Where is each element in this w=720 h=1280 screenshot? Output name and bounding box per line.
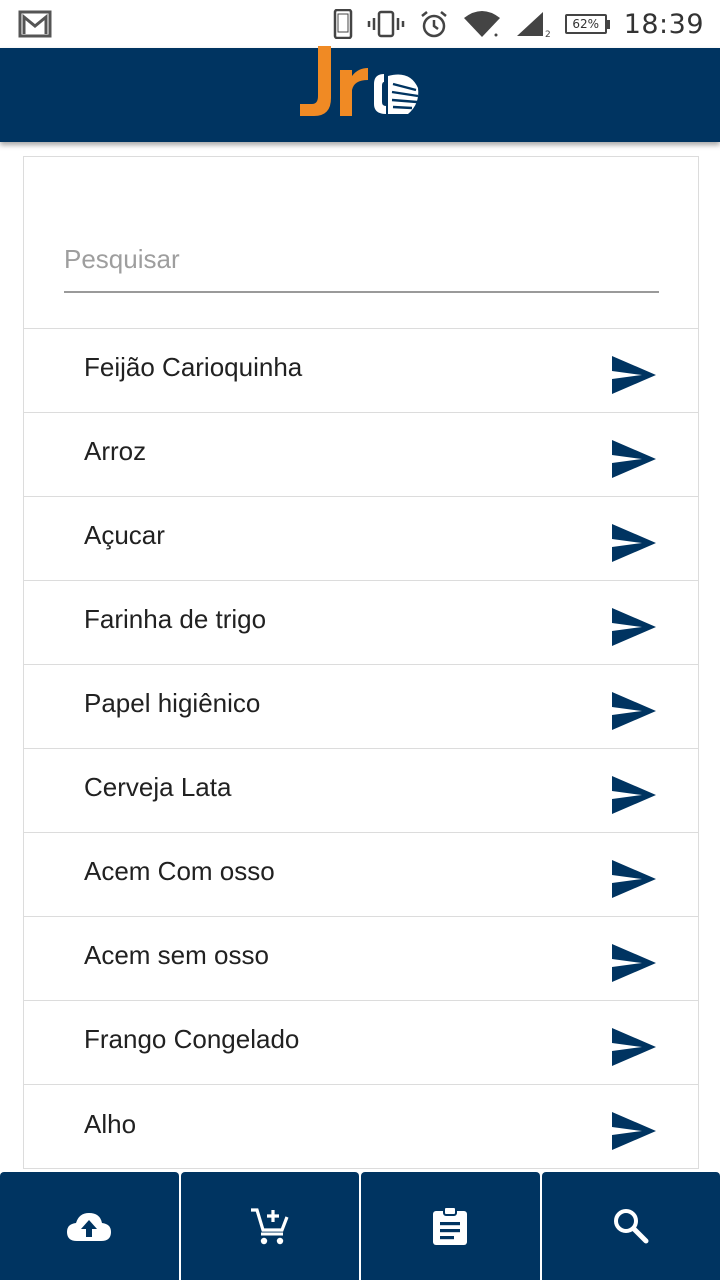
product-row[interactable]: Acem Com osso [24,833,698,917]
alarm-icon [420,11,447,38]
app-header [0,46,720,142]
product-card: Feijão Carioquinha Arroz Açucar Farinha … [23,156,699,1169]
svg-text:2: 2 [545,30,551,38]
product-name: Feijão Carioquinha [84,352,303,382]
status-left [18,10,52,38]
product-row[interactable]: Arroz [24,413,698,497]
product-row[interactable]: Cerveja Lata [24,749,698,833]
send-icon[interactable] [612,691,656,730]
status-right: 2 62% 18:39 [333,9,704,40]
send-icon[interactable] [612,439,656,478]
app-logo [300,46,419,116]
vibrate-icon [367,10,404,38]
search-icon [613,1209,649,1244]
product-name: Alho [84,1108,137,1139]
add-to-cart-button[interactable] [180,1172,359,1280]
search-button[interactable] [541,1172,720,1280]
battery-level: 62% [564,14,607,34]
send-icon[interactable] [612,355,656,394]
product-name: Papel higiênico [84,688,261,718]
send-icon[interactable] [612,1027,656,1066]
cloud-upload-icon [67,1213,112,1241]
send-icon[interactable] [612,607,656,646]
product-row[interactable]: Alho [24,1085,698,1169]
orders-button[interactable] [361,1172,540,1280]
product-name: Frango Congelado [84,1024,300,1054]
product-row[interactable]: Feijão Carioquinha [24,329,698,413]
product-name: Arroz [84,436,147,466]
clock: 18:39 [623,8,704,40]
send-icon[interactable] [612,943,656,982]
status-bar: 2 62% 18:39 [0,0,720,48]
clipboard-icon [433,1206,468,1245]
send-icon[interactable] [612,859,656,898]
product-row[interactable]: Açucar [24,497,698,581]
product-row[interactable]: Papel higiênico [24,665,698,749]
bottom-nav [0,1172,720,1280]
product-name: Açucar [84,520,165,550]
wifi-icon [463,11,500,37]
battery-indicator: 62% [564,14,610,34]
upload-button[interactable] [0,1172,179,1280]
send-icon[interactable] [612,1112,656,1150]
add-shopping-cart-icon [250,1208,289,1245]
send-icon[interactable] [612,775,656,814]
product-row[interactable]: Acem sem osso [24,917,698,1001]
product-name: Farinha de trigo [84,604,267,634]
send-icon[interactable] [612,523,656,562]
battery-tip [606,19,610,29]
search-input[interactable] [64,227,659,293]
product-row[interactable]: Farinha de trigo [24,581,698,665]
product-name: Acem Com osso [84,856,275,886]
product-list: Feijão Carioquinha Arroz Açucar Farinha … [24,329,698,1169]
cell-signal-icon: 2 [516,12,551,38]
search-area [24,157,698,329]
product-name: Acem sem osso [84,940,269,970]
product-row[interactable]: Frango Congelado [24,1001,698,1085]
phone-icon [333,9,352,39]
product-name: Cerveja Lata [84,772,232,802]
gmail-notification-icon [18,10,52,38]
